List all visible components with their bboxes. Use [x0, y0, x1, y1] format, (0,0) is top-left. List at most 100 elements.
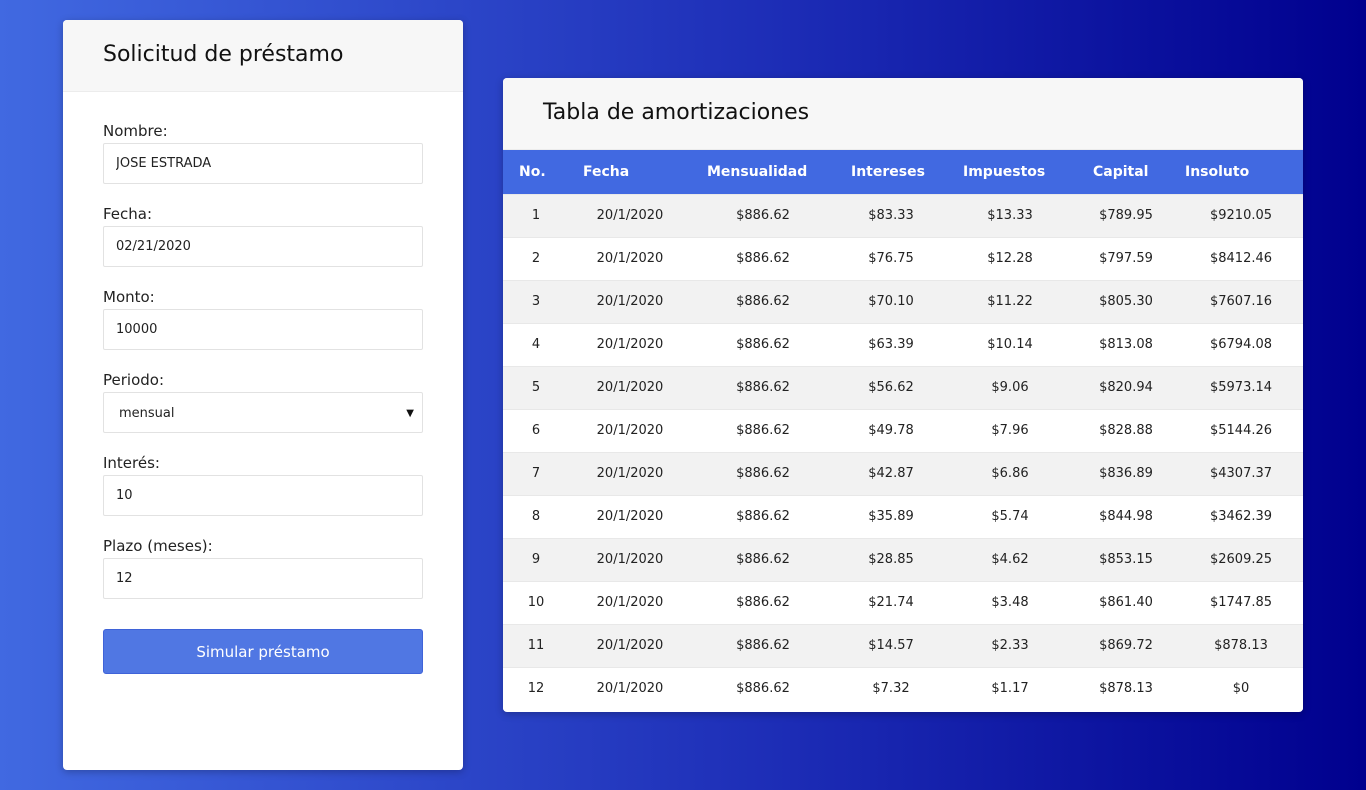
table-row: 6 20/1/2020 $886.62 $49.78 $7.96 $828.88 $5144… [503, 408, 1303, 452]
amortization-title: Tabla de amortizaciones [503, 78, 1303, 150]
cell-capital: $813.08 [1073, 322, 1179, 366]
cell-no: 8 [503, 494, 569, 538]
cell-insoluto: $7607.16 [1179, 279, 1303, 323]
header-impuestos: Impuestos [963, 163, 1046, 180]
cell-no: 6 [503, 408, 569, 452]
loan-request-card: Solicitud de préstamo Nombre: Fecha: Mon… [63, 20, 463, 770]
cell-impuestos: $1.17 [947, 666, 1073, 710]
cell-insoluto: $2609.25 [1179, 537, 1303, 581]
cell-fecha: 20/1/2020 [569, 451, 691, 495]
cell-insoluto: $4307.37 [1179, 451, 1303, 495]
cell-impuestos: $3.48 [947, 580, 1073, 624]
cell-intereses: $70.10 [835, 279, 947, 323]
cell-fecha: 20/1/2020 [569, 580, 691, 624]
cell-insoluto: $3462.39 [1179, 494, 1303, 538]
cell-no: 3 [503, 279, 569, 323]
periodo-selected-value: mensual [119, 406, 175, 421]
cell-no: 10 [503, 580, 569, 624]
header-fecha: Fecha [583, 163, 630, 180]
cell-mensualidad: $886.62 [691, 236, 835, 280]
interes-input[interactable] [103, 475, 423, 516]
cell-mensualidad: $886.62 [691, 365, 835, 409]
cell-intereses: $83.33 [835, 193, 947, 237]
cell-intereses: $28.85 [835, 537, 947, 581]
fecha-label: Fecha: [103, 205, 153, 223]
table-row: 11 20/1/2020 $886.62 $14.57 $2.33 $869.72 $878… [503, 623, 1303, 667]
fecha-input[interactable] [103, 226, 423, 267]
cell-mensualidad: $886.62 [691, 279, 835, 323]
cell-no: 1 [503, 193, 569, 237]
cell-capital: $789.95 [1073, 193, 1179, 237]
nombre-field-group: Nombre: [103, 122, 423, 184]
cell-impuestos: $13.33 [947, 193, 1073, 237]
cell-fecha: 20/1/2020 [569, 365, 691, 409]
nombre-input[interactable] [103, 143, 423, 184]
periodo-select[interactable]: mensual ▼ [103, 392, 423, 433]
cell-impuestos: $4.62 [947, 537, 1073, 581]
table-row: 4 20/1/2020 $886.62 $63.39 $10.14 $813.08 $679… [503, 322, 1303, 366]
interes-label: Interés: [103, 454, 160, 472]
cell-capital: $805.30 [1073, 279, 1179, 323]
cell-fecha: 20/1/2020 [569, 408, 691, 452]
nombre-label: Nombre: [103, 122, 168, 140]
amortization-card: Tabla de amortizaciones No. Fecha Mensua… [503, 78, 1303, 712]
periodo-field-group: Periodo: mensual ▼ [103, 371, 423, 433]
cell-impuestos: $2.33 [947, 623, 1073, 667]
table-row: 1 20/1/2020 $886.62 $83.33 $13.33 $789.95 $921… [503, 193, 1303, 237]
cell-no: 11 [503, 623, 569, 667]
cell-fecha: 20/1/2020 [569, 236, 691, 280]
plazo-input[interactable] [103, 558, 423, 599]
loan-request-title: Solicitud de préstamo [63, 20, 463, 92]
table-row: 12 20/1/2020 $886.62 $7.32 $1.17 $878.13 $0 [503, 666, 1303, 710]
cell-capital: $853.15 [1073, 537, 1179, 581]
header-intereses: Intereses [851, 163, 925, 180]
cell-insoluto: $878.13 [1179, 623, 1303, 667]
cell-intereses: $21.74 [835, 580, 947, 624]
monto-label: Monto: [103, 288, 155, 306]
table-row: 2 20/1/2020 $886.62 $76.75 $12.28 $797.59 $841… [503, 236, 1303, 280]
cell-mensualidad: $886.62 [691, 408, 835, 452]
cell-impuestos: $6.86 [947, 451, 1073, 495]
cell-capital: $828.88 [1073, 408, 1179, 452]
cell-insoluto: $1747.85 [1179, 580, 1303, 624]
plazo-field-group: Plazo (meses): [103, 537, 423, 599]
cell-fecha: 20/1/2020 [569, 322, 691, 366]
cell-no: 4 [503, 322, 569, 366]
plazo-label: Plazo (meses): [103, 537, 213, 555]
cell-fecha: 20/1/2020 [569, 537, 691, 581]
cell-insoluto: $5144.26 [1179, 408, 1303, 452]
cell-intereses: $42.87 [835, 451, 947, 495]
table-row: 10 20/1/2020 $886.62 $21.74 $3.48 $861.40 $174… [503, 580, 1303, 624]
table-row: 8 20/1/2020 $886.62 $35.89 $5.74 $844.98 $3462… [503, 494, 1303, 538]
cell-mensualidad: $886.62 [691, 451, 835, 495]
table-row: 7 20/1/2020 $886.62 $42.87 $6.86 $836.89 $4307… [503, 451, 1303, 495]
cell-insoluto: $5973.14 [1179, 365, 1303, 409]
cell-capital: $820.94 [1073, 365, 1179, 409]
cell-capital: $861.40 [1073, 580, 1179, 624]
cell-mensualidad: $886.62 [691, 666, 835, 710]
cell-capital: $869.72 [1073, 623, 1179, 667]
cell-impuestos: $12.28 [947, 236, 1073, 280]
cell-no: 5 [503, 365, 569, 409]
cell-capital: $844.98 [1073, 494, 1179, 538]
cell-mensualidad: $886.62 [691, 623, 835, 667]
monto-input[interactable] [103, 309, 423, 350]
cell-no: 7 [503, 451, 569, 495]
cell-no: 2 [503, 236, 569, 280]
table-row: 3 20/1/2020 $886.62 $70.10 $11.22 $805.30 $760… [503, 279, 1303, 323]
cell-mensualidad: $886.62 [691, 580, 835, 624]
table-row: 9 20/1/2020 $886.62 $28.85 $4.62 $853.15 $2609… [503, 537, 1303, 581]
cell-mensualidad: $886.62 [691, 193, 835, 237]
cell-intereses: $56.62 [835, 365, 947, 409]
table-header-row: No. Fecha Mensualidad Intereses Impuesto… [503, 150, 1303, 194]
cell-fecha: 20/1/2020 [569, 623, 691, 667]
cell-intereses: $49.78 [835, 408, 947, 452]
cell-mensualidad: $886.62 [691, 537, 835, 581]
cell-intereses: $14.57 [835, 623, 947, 667]
header-insoluto: Insoluto [1185, 163, 1250, 180]
simular-prestamo-button[interactable]: Simular préstamo [103, 629, 423, 674]
amortization-table: No. Fecha Mensualidad Intereses Impuesto… [503, 150, 1303, 710]
cell-capital: $797.59 [1073, 236, 1179, 280]
cell-capital: $878.13 [1073, 666, 1179, 710]
cell-impuestos: $5.74 [947, 494, 1073, 538]
